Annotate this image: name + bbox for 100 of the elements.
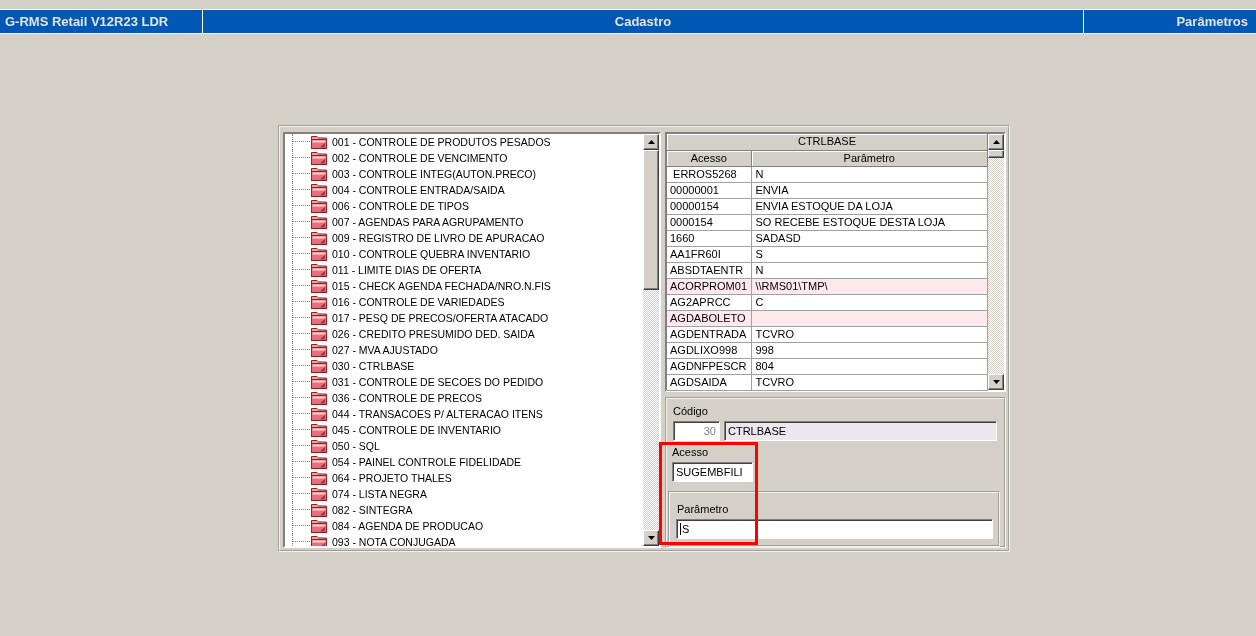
folder-icon bbox=[311, 279, 327, 293]
table-cell: AGDSAIDA bbox=[667, 374, 751, 390]
table-row[interactable]: AGDSAIDA TCVRO bbox=[667, 374, 988, 390]
scroll-down-button[interactable] bbox=[643, 530, 659, 546]
folder-icon bbox=[311, 167, 327, 181]
tree-item[interactable]: 054 - PAINEL CONTROLE FIDELIDADE bbox=[310, 454, 524, 470]
scroll-down-button[interactable] bbox=[988, 374, 1004, 390]
folder-icon bbox=[311, 423, 327, 437]
table-cell: AG2APRCC bbox=[667, 294, 751, 310]
table-cell: ENVIA bbox=[751, 182, 988, 198]
folder-icon bbox=[311, 519, 327, 533]
table-row[interactable]: 0000154 SO RECEBE ESTOQUE DESTA LOJA bbox=[667, 214, 988, 230]
folder-icon bbox=[311, 503, 327, 517]
tree-item[interactable]: 084 - AGENDA DE PRODUCAO bbox=[310, 518, 486, 534]
folder-icon bbox=[311, 247, 327, 261]
tree-item[interactable]: 002 - CONTROLE DE VENCIMENTO bbox=[310, 150, 510, 166]
tree-item[interactable]: 093 - NOTA CONJUGADA bbox=[310, 534, 458, 546]
folder-icon bbox=[311, 439, 327, 453]
module-title: Cadastro bbox=[614, 15, 672, 28]
tree-item[interactable]: 004 - CONTROLE ENTRADA/SAIDA bbox=[310, 182, 507, 198]
folder-icon bbox=[311, 391, 327, 405]
tree-item[interactable]: 082 - SINTEGRA bbox=[310, 502, 415, 518]
tree-item[interactable]: 031 - CONTROLE DE SECOES DO PEDIDO bbox=[310, 374, 546, 390]
table-cell: 998 bbox=[751, 342, 988, 358]
table-cell: AGDNFPESCR bbox=[667, 358, 751, 374]
table-cell: 804 bbox=[751, 358, 988, 374]
table-cell: TCVRO bbox=[751, 326, 988, 342]
table-cell: ENVIA ESTOQUE DA LOJA bbox=[751, 198, 988, 214]
scroll-up-button[interactable] bbox=[988, 134, 1004, 150]
parametro-field[interactable]: S bbox=[676, 519, 993, 539]
folder-icon bbox=[311, 151, 327, 165]
folder-icon bbox=[311, 343, 327, 357]
tree-item[interactable]: 007 - AGENDAS PARA AGRUPAMENTO bbox=[310, 214, 526, 230]
table-row[interactable]: ABSDTAENTR N bbox=[667, 262, 988, 278]
folder-icon bbox=[311, 135, 327, 149]
field-label: Acesso bbox=[672, 446, 709, 459]
folder-icon bbox=[311, 199, 327, 213]
table-cell: AGDENTRADA bbox=[667, 326, 751, 342]
grid-title: CTRLBASE bbox=[667, 134, 988, 150]
table-row[interactable]: 00000154 ENVIA ESTOQUE DA LOJA bbox=[667, 198, 988, 214]
tree-item[interactable]: 003 - CONTROLE INTEG(AUTON.PRECO) bbox=[310, 166, 538, 182]
tree-item[interactable]: 027 - MVA AJUSTADO bbox=[310, 342, 440, 358]
table-row[interactable]: AG2APRCC C bbox=[667, 294, 988, 310]
tree-item[interactable]: 030 - CTRLBASE bbox=[310, 358, 417, 374]
caret-down-icon bbox=[647, 536, 655, 540]
folder-icon bbox=[311, 359, 327, 373]
folder-icon bbox=[311, 263, 327, 277]
table-cell: ERROS5268 bbox=[667, 166, 751, 182]
folder-icon bbox=[311, 295, 327, 309]
tree-item[interactable]: 016 - CONTROLE DE VARIEDADES bbox=[310, 294, 507, 310]
table-cell: N bbox=[751, 166, 988, 182]
table-cell: 1660 bbox=[667, 230, 751, 246]
tree-item[interactable]: 006 - CONTROLE DE TIPOS bbox=[310, 198, 471, 214]
tree-item[interactable]: 017 - PESQ DE PRECOS/OFERTA ATACADO bbox=[310, 310, 551, 326]
folder-icon bbox=[311, 455, 327, 469]
table-cell: 0000154 bbox=[667, 214, 751, 230]
tree-item[interactable]: 011 - LIMITE DIAS DE OFERTA bbox=[310, 262, 484, 278]
tree-item[interactable]: 001 - CONTROLE DE PRODUTOS PESADOS bbox=[310, 134, 553, 150]
caret-up-icon bbox=[647, 140, 655, 144]
table-row[interactable]: AGDNFPESCR 804 bbox=[667, 358, 988, 374]
table-cell: SO RECEBE ESTOQUE DESTA LOJA bbox=[751, 214, 988, 230]
folder-icon bbox=[311, 327, 327, 341]
table-row[interactable]: 00000001 ENVIA bbox=[667, 182, 988, 198]
table-cell: C bbox=[751, 294, 988, 310]
tree-item[interactable]: 074 - LISTA NEGRA bbox=[310, 486, 429, 502]
table-cell: N bbox=[751, 262, 988, 278]
table-row[interactable]: ERROS5268 N bbox=[667, 166, 988, 182]
tree-item[interactable]: 026 - CREDITO PRESUMIDO DED. SAIDA bbox=[310, 326, 537, 342]
folder-icon bbox=[311, 231, 327, 245]
folder-icon bbox=[311, 375, 327, 389]
tree-item[interactable]: 045 - CONTROLE DE INVENTARIO bbox=[310, 422, 503, 438]
table-row[interactable]: 1660 SADASD bbox=[667, 230, 988, 246]
tree-item[interactable]: 050 - SQL bbox=[310, 438, 382, 454]
field-label: Parâmetro bbox=[677, 503, 729, 516]
tree-item[interactable]: 015 - CHECK AGENDA FECHADA/NRO.N.FIS bbox=[310, 278, 553, 294]
table-cell: ABSDTAENTR bbox=[667, 262, 751, 278]
tree-item[interactable]: 009 - REGISTRO DE LIVRO DE APURACAO bbox=[310, 230, 547, 246]
scrollbar-thumb[interactable] bbox=[643, 150, 659, 290]
folder-icon bbox=[311, 311, 327, 325]
acesso-field[interactable]: SUGEMBFILI bbox=[672, 462, 753, 482]
folder-icon bbox=[311, 471, 327, 485]
table-row[interactable]: AA1FR60I S bbox=[667, 246, 988, 262]
folder-icon bbox=[311, 183, 327, 197]
table-row[interactable]: AGDENTRADA TCVRO bbox=[667, 326, 988, 342]
description-field: CTRLBASE bbox=[724, 421, 997, 441]
caret-up-icon bbox=[992, 140, 1000, 144]
tree-item[interactable]: 010 - CONTROLE QUEBRA INVENTARIO bbox=[310, 246, 533, 262]
table-row[interactable]: ACORPROM01 \\RMS01\TMP\ bbox=[667, 278, 988, 294]
table-row[interactable]: AGDLIXO998 998 bbox=[667, 342, 988, 358]
tree-item[interactable]: 036 - CONTROLE DE PRECOS bbox=[310, 390, 484, 406]
table-cell: 00000154 bbox=[667, 198, 751, 214]
table-cell: S bbox=[751, 246, 988, 262]
table-cell: 00000001 bbox=[667, 182, 751, 198]
tree-item[interactable]: 044 - TRANSACOES P/ ALTERACAO ITENS bbox=[310, 406, 545, 422]
folder-icon bbox=[311, 407, 327, 421]
scroll-up-button[interactable] bbox=[643, 134, 659, 150]
table-row[interactable]: AGDABOLETO bbox=[667, 310, 988, 326]
table-cell: SADASD bbox=[751, 230, 988, 246]
tree-item[interactable]: 064 - PROJETO THALES bbox=[310, 470, 454, 486]
scrollbar-thumb[interactable] bbox=[988, 150, 1004, 158]
